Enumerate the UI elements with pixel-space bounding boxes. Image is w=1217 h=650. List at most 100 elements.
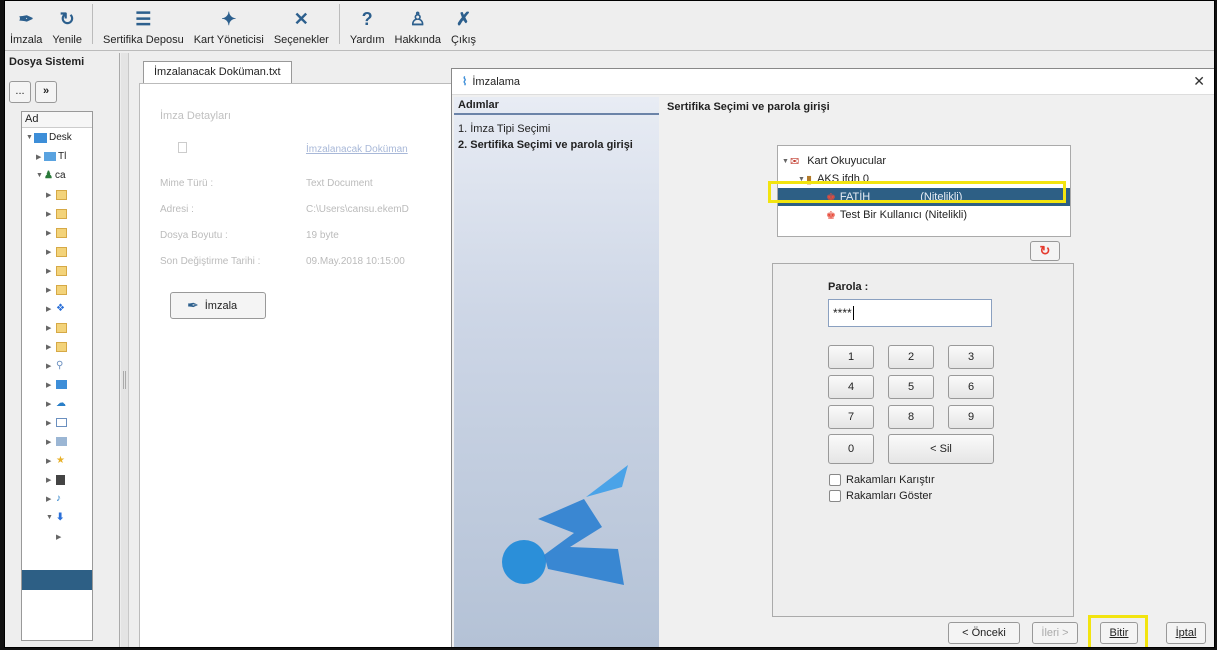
- documents-icon: [56, 437, 67, 446]
- cancel-button[interactable]: İptal: [1166, 622, 1206, 644]
- collapse-icon: ▶: [46, 419, 52, 427]
- mime-type-label: Mime Türü :: [160, 178, 214, 189]
- next-button[interactable]: İleri >: [1032, 622, 1078, 644]
- keypad-0-button[interactable]: 0: [828, 434, 874, 464]
- tree-item[interactable]: ▶ ⚲: [22, 356, 92, 375]
- previous-button[interactable]: < Önceki: [948, 622, 1020, 644]
- tree-item[interactable]: ▶: [22, 470, 92, 489]
- collapse-icon: ▶: [46, 191, 52, 199]
- collapse-icon: ▶: [46, 286, 52, 294]
- logo-icon: [502, 465, 628, 585]
- signing-app-icon: ⌇: [462, 76, 468, 88]
- tree-item[interactable]: ▶: [22, 432, 92, 451]
- tree-item-desktop[interactable]: ▼ Desk: [22, 128, 92, 147]
- keypad-2-button[interactable]: 2: [888, 345, 934, 369]
- refresh-certificates-button[interactable]: ↻: [1030, 241, 1060, 261]
- favorites-icon: ★: [56, 455, 65, 466]
- steps-panel: Adımlar 1. İmza Tipi Seçimi 2. Sertifika…: [454, 97, 659, 647]
- collapse-icon: ▶: [56, 533, 62, 541]
- address-label: Adresi :: [160, 204, 194, 215]
- tree-item[interactable]: ▶: [22, 413, 92, 432]
- dialog-title: İmzalama: [472, 75, 521, 88]
- mix-digits-checkbox[interactable]: Rakamları Karıştır: [829, 474, 935, 486]
- expand-icon: ▼: [46, 514, 53, 521]
- sign-button-label: İmzala: [204, 299, 238, 312]
- collapse-icon: ▶: [46, 324, 52, 332]
- tree-item[interactable]: ▶: [22, 261, 92, 280]
- tree-item[interactable]: ▶ ☁: [22, 394, 92, 413]
- toolbar-refresh-label: Yenile: [52, 34, 82, 46]
- tree-item-label: Tl: [58, 151, 67, 162]
- collapse-icon: ▶: [46, 495, 52, 503]
- tree-item-label: Desk: [49, 132, 72, 143]
- toolbar-card-manager-button[interactable]: ✦ Kart Yöneticisi: [189, 1, 269, 47]
- tree-item[interactable]: ▶ ♪: [22, 489, 92, 508]
- splitter-grip: [123, 371, 126, 389]
- modified-date-label: Son Değiştirme Tarihi :: [160, 256, 261, 267]
- toolbar-exit-button[interactable]: ✗ Çıkış: [446, 1, 481, 47]
- keypad-4-button[interactable]: 4: [828, 375, 874, 399]
- toolbar-cert-store-label: Sertifika Deposu: [102, 34, 184, 46]
- card-reader-icon: ✉: [790, 155, 800, 168]
- keypad-7-button[interactable]: 7: [828, 405, 874, 429]
- forward-button[interactable]: »: [35, 81, 57, 103]
- tree-item[interactable]: ▶: [22, 318, 92, 337]
- back-button[interactable]: ...: [9, 81, 31, 103]
- folder-icon: [56, 341, 67, 352]
- toolbar-refresh-button[interactable]: ↻ Yenile: [47, 1, 87, 47]
- keypad-1-button[interactable]: 1: [828, 345, 874, 369]
- tree-column-header[interactable]: Ad: [22, 112, 92, 128]
- tree-item[interactable]: ▶: [22, 185, 92, 204]
- tree-item[interactable]: ▶: [22, 337, 92, 356]
- modified-date-value: 09.May.2018 10:15:00: [306, 256, 405, 267]
- file-system-title: Dosya Sistemi: [9, 56, 85, 68]
- tab-document[interactable]: İmzalanacak Doküman.txt: [143, 61, 292, 83]
- toolbar-cert-store-button[interactable]: ☰ Sertifika Deposu: [98, 1, 189, 47]
- keypad-3-button[interactable]: 3: [948, 345, 994, 369]
- keypad-5-button[interactable]: 5: [888, 375, 934, 399]
- signing-dialog: ⌇ İmzalama ✕ Adımlar 1. İmza Tipi Seçimi…: [451, 68, 1214, 647]
- tree-item-test-certificate[interactable]: ♚ Test Bir Kullanıcı (Nitelikli): [778, 206, 1070, 224]
- keypad-9-button[interactable]: 9: [948, 405, 994, 429]
- selected-tree-row[interactable]: [22, 570, 92, 590]
- close-icon[interactable]: ✕: [1193, 73, 1205, 90]
- collapse-icon: ▶: [46, 400, 52, 408]
- password-label: Parola :: [828, 281, 869, 293]
- tree-item[interactable]: ▶: [22, 204, 92, 223]
- tree-item[interactable]: ▶ ❖: [22, 299, 92, 318]
- password-value: ****: [833, 306, 852, 320]
- keypad-8-button[interactable]: 8: [888, 405, 934, 429]
- tree-item-label: Test Bir Kullanıcı (Nitelikli): [839, 209, 968, 221]
- tree-item[interactable]: ▼ ♟ ca: [22, 166, 92, 185]
- panel-splitter[interactable]: [121, 53, 129, 647]
- file-link[interactable]: İmzalanacak Doküman: [306, 144, 408, 155]
- tree-item[interactable]: ▶: [22, 223, 92, 242]
- sign-button[interactable]: ✒ İmzala: [170, 292, 266, 319]
- toolbar-options-button[interactable]: ✕ Seçenekler: [269, 1, 334, 47]
- mix-digits-label: Rakamları Karıştır: [846, 474, 935, 486]
- toolbar-help-button[interactable]: ? Yardım: [345, 1, 390, 47]
- toolbar-sign-button[interactable]: ✒ İmzala: [5, 1, 47, 47]
- tree-item-card-readers[interactable]: ▼ ✉ Kart Okuyucular: [778, 152, 1070, 170]
- toolbar-about-button[interactable]: ♙ Hakkında: [390, 1, 446, 47]
- tree-item[interactable]: ▶: [22, 280, 92, 299]
- file-tree[interactable]: Ad ▼ Desk ▶ Tl ▼ ♟ ca ▶ ▶ ▶ ▶ ▶ ▶ ▶ ❖ ▶ …: [21, 111, 93, 641]
- password-field[interactable]: ****: [828, 299, 992, 327]
- tree-item[interactable]: ▶: [22, 375, 92, 394]
- tools-icon: ✕: [293, 8, 309, 29]
- tree-item[interactable]: ▶ ★: [22, 451, 92, 470]
- show-digits-checkbox[interactable]: Rakamları Göster: [829, 490, 932, 502]
- tree-item[interactable]: ▼ ⬇: [22, 508, 92, 527]
- toolbar-help-label: Yardım: [349, 34, 385, 46]
- keypad-6-button[interactable]: 6: [948, 375, 994, 399]
- collapse-icon: ▶: [46, 438, 52, 446]
- collapse-icon: ▶: [46, 457, 52, 465]
- toolbar-separator: [338, 4, 340, 44]
- dialog-title-bar: ⌇ İmzalama ✕: [452, 69, 1214, 95]
- file-size-label: Dosya Boyutu :: [160, 230, 228, 241]
- tree-item[interactable]: ▶: [22, 242, 92, 261]
- tree-item[interactable]: ▶: [22, 527, 92, 546]
- user-icon: ♟: [44, 170, 53, 181]
- delete-button[interactable]: < Sil: [888, 434, 994, 464]
- tree-item[interactable]: ▶ Tl: [22, 147, 92, 166]
